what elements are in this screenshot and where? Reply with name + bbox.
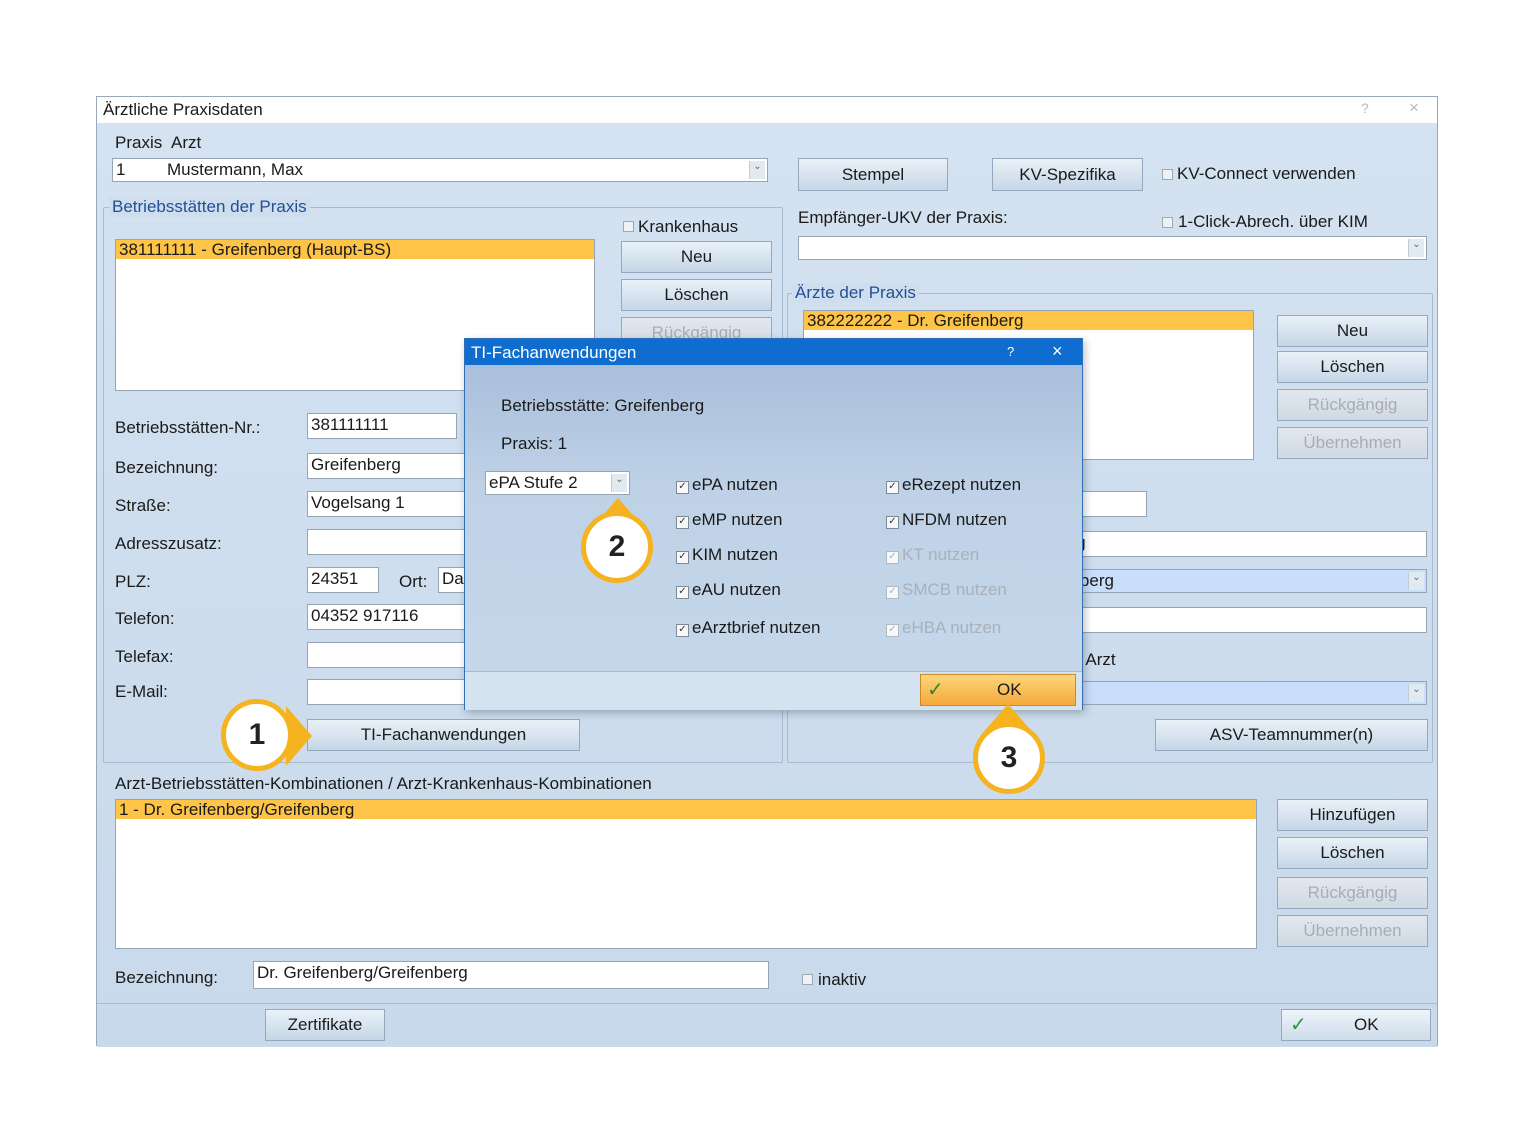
callout-arrows	[286, 498, 1036, 766]
callout-badge-1: 1	[221, 699, 293, 771]
callout-badge-2: 2	[581, 511, 653, 583]
callout-badge-3: 3	[973, 722, 1045, 794]
